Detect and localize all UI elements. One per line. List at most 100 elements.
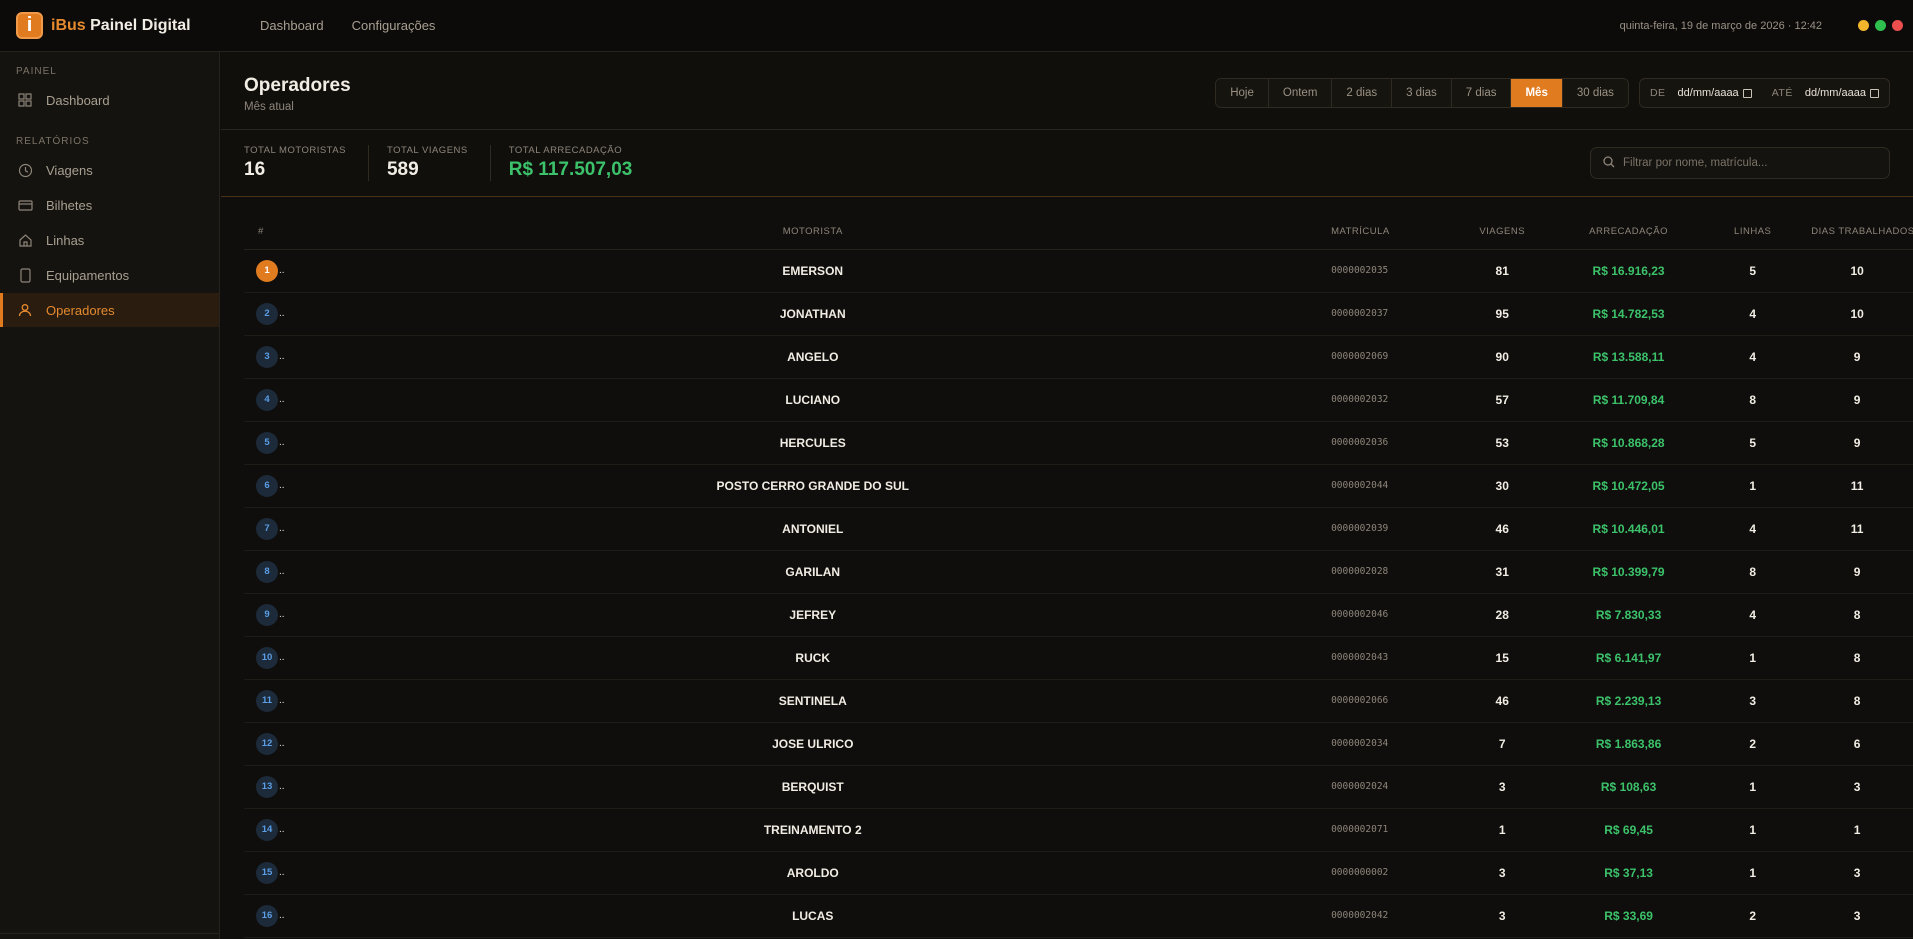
stat-value: 589	[386, 159, 419, 180]
table-row[interactable]: 10.. RUCK 0000002043 15 R$ 6.141,97 1 8	[244, 636, 1913, 680]
matricula-cell: 0000002066	[1325, 679, 1452, 723]
arrecadacao-cell: R$ 6.141,97	[1552, 636, 1705, 680]
stat-label: TOTAL ARRECADAÇÃO	[508, 145, 623, 156]
rank-cell: 12..	[244, 722, 301, 766]
calendar-icon[interactable]	[1742, 88, 1752, 98]
dias-trabalhados-cell: 11	[1801, 464, 1913, 508]
matricula-cell: 0000002044	[1325, 464, 1452, 508]
table-row[interactable]: 8.. GARILAN 0000002028 31 R$ 10.399,79 8 9	[244, 550, 1913, 594]
sidebar-item-linhas[interactable]: Linhas	[0, 223, 219, 257]
viagens-cell: 1	[1451, 808, 1553, 852]
rank-cell: 14..	[244, 808, 301, 852]
dias-trabalhados-cell: 3	[1801, 894, 1913, 938]
viagens-cell: 3	[1451, 765, 1553, 809]
more-icon: ..	[279, 351, 285, 362]
table-row[interactable]: 11.. SENTINELA 0000002066 46 R$ 2.239,13 3 8	[244, 679, 1913, 723]
topnav-dashboard[interactable]: Dashboard	[260, 18, 324, 33]
rank-badge: 12	[256, 732, 278, 755]
topnav-configuracoes[interactable]: Configurações	[352, 18, 436, 33]
table-row[interactable]: 1.. EMERSON 0000002035 81 R$ 16.916,23 5 10	[244, 249, 1913, 293]
range-ontem-button[interactable]: Ontem	[1268, 79, 1333, 107]
to-date-input[interactable]: dd/mm/aaaa	[1805, 87, 1879, 99]
matricula-cell: 0000002035	[1325, 249, 1452, 293]
close-window-button[interactable]	[1892, 20, 1903, 31]
viagens-cell: 31	[1451, 550, 1553, 594]
search-input[interactable]	[1623, 157, 1873, 169]
table-row[interactable]: 3.. ANGELO 0000002069 90 R$ 13.588,11 4 9	[244, 335, 1913, 379]
device-icon	[16, 266, 34, 284]
range-mes-button[interactable]: Mês	[1511, 79, 1563, 107]
table-row[interactable]: 9.. JEFREY 0000002046 28 R$ 7.830,33 4 8	[244, 593, 1913, 637]
rank-cell: 11..	[244, 679, 301, 723]
operators-table: # MOTORISTA MATRÍCULA VIAGENS ARRECADAÇÃ…	[244, 215, 1913, 938]
search-box[interactable]	[1590, 147, 1890, 179]
table-row[interactable]: 13.. BERQUIST 0000002024 3 R$ 108,63 1 3	[244, 765, 1913, 809]
range-3-dias-button[interactable]: 3 dias	[1392, 79, 1452, 107]
range-hoje-button[interactable]: Hoje	[1216, 79, 1269, 107]
motorista-name: BERQUIST	[300, 765, 1326, 809]
range-2-dias-button[interactable]: 2 dias	[1332, 79, 1393, 107]
linhas-cell: 3	[1704, 679, 1802, 723]
matricula-cell: 0000000002	[1325, 851, 1452, 895]
linhas-cell: 1	[1704, 765, 1802, 809]
grid-icon	[16, 91, 34, 109]
arrecadacao-cell: R$ 69,45	[1552, 808, 1705, 852]
table-row[interactable]: 2.. JONATHAN 0000002037 95 R$ 14.782,53 4 10	[244, 292, 1913, 336]
table-row[interactable]: 7.. ANTONIEL 0000002039 46 R$ 10.446,01 4 11	[244, 507, 1913, 551]
from-date-label: DE	[1649, 87, 1666, 99]
table-row[interactable]: 4.. LUCIANO 0000002032 57 R$ 11.709,84 8 9	[244, 378, 1913, 422]
table-row[interactable]: 14.. TREINAMENTO 2 0000002071 1 R$ 69,45 1 1	[244, 808, 1913, 852]
maximize-window-button[interactable]	[1875, 20, 1886, 31]
dias-trabalhados-cell: 9	[1801, 421, 1913, 465]
table-row[interactable]: 5.. HERCULES 0000002036 53 R$ 10.868,28 5 9	[244, 421, 1913, 465]
motorista-name: JOSE ULRICO	[300, 722, 1326, 766]
more-icon: ..	[279, 867, 285, 878]
sidebar: PAINEL Dashboard RELATÓRIOS Viagens Bilh…	[0, 52, 220, 939]
dias-trabalhados-cell: 10	[1801, 292, 1913, 336]
matricula-cell: 0000002037	[1325, 292, 1452, 336]
home-icon	[16, 231, 34, 249]
sidebar-item-viagens[interactable]: Viagens	[0, 153, 219, 187]
matricula-cell: 0000002028	[1325, 550, 1452, 594]
sidebar-item-operadores[interactable]: Operadores	[0, 293, 219, 327]
col-rank[interactable]: #	[244, 215, 301, 250]
col-viagens[interactable]: VIAGENS	[1451, 215, 1553, 250]
linhas-cell: 4	[1704, 292, 1802, 336]
motorista-name: ANTONIEL	[300, 507, 1326, 551]
rank-badge: 15	[256, 861, 278, 884]
range-30-dias-button[interactable]: 30 dias	[1562, 79, 1628, 107]
arrecadacao-cell: R$ 10.868,28	[1552, 421, 1705, 465]
motorista-name: JEFREY	[300, 593, 1326, 637]
brand[interactable]: i iBus Painel Digital	[0, 12, 220, 39]
from-date-input[interactable]: dd/mm/aaaa	[1678, 87, 1752, 99]
table-row[interactable]: 6.. POSTO CERRO GRANDE DO SUL 0000002044 30…	[244, 464, 1913, 508]
rank-badge: 1	[256, 259, 278, 282]
col-dias-trabalhados[interactable]: DIAS TRABALHADOS	[1801, 215, 1913, 250]
col-arrecadacao[interactable]: ARRECADAÇÃO	[1552, 215, 1705, 250]
viagens-cell: 46	[1451, 507, 1553, 551]
table-row[interactable]: 16.. LUCAS 0000002042 3 R$ 33,69 2 3	[244, 894, 1913, 938]
from-date-value: dd/mm/aaaa	[1677, 87, 1739, 99]
table-row[interactable]: 12.. JOSE ULRICO 0000002034 7 R$ 1.863,86 2 6	[244, 722, 1913, 766]
viagens-cell: 7	[1451, 722, 1553, 766]
linhas-cell: 8	[1704, 378, 1802, 422]
to-date-value: dd/mm/aaaa	[1804, 87, 1866, 99]
matricula-cell: 0000002036	[1325, 421, 1452, 465]
operators-table-container: # MOTORISTA MATRÍCULA VIAGENS ARRECADAÇÃ…	[221, 215, 1913, 938]
range-7-dias-button[interactable]: 7 dias	[1451, 79, 1512, 107]
matricula-cell: 0000002034	[1325, 722, 1452, 766]
arrecadacao-cell: R$ 14.782,53	[1552, 292, 1705, 336]
col-linhas[interactable]: LINHAS	[1704, 215, 1802, 250]
stats-bar: TOTAL MOTORISTAS 16 TOTAL VIAGENS 589 TO…	[221, 130, 1913, 197]
calendar-icon[interactable]	[1870, 88, 1879, 98]
table-row[interactable]: 15.. AROLDO 0000000002 3 R$ 37,13 1 3	[244, 851, 1913, 895]
more-icon: ..	[279, 695, 285, 706]
sidebar-item-bilhetes[interactable]: Bilhetes	[0, 188, 219, 222]
col-motorista[interactable]: MOTORISTA	[300, 215, 1326, 250]
sidebar-item-equipamentos[interactable]: Equipamentos	[0, 258, 219, 292]
matricula-cell: 0000002032	[1325, 378, 1452, 422]
minimize-window-button[interactable]	[1858, 20, 1869, 31]
sidebar-item-dashboard[interactable]: Dashboard	[0, 83, 219, 117]
arrecadacao-cell: R$ 108,63	[1552, 765, 1705, 809]
col-matricula[interactable]: MATRÍCULA	[1325, 215, 1452, 250]
